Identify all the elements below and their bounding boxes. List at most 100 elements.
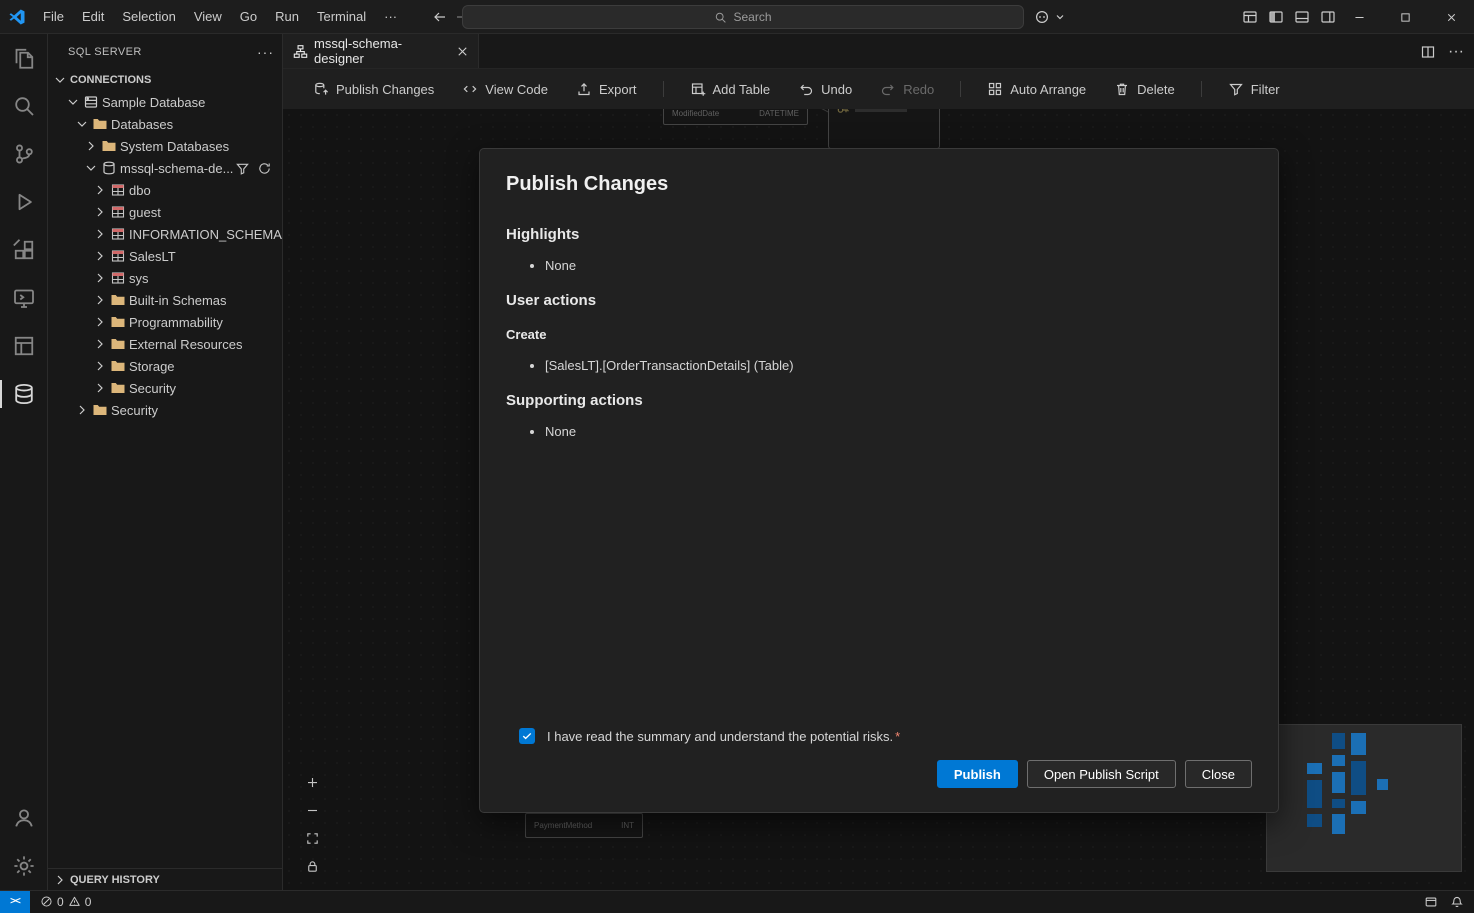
tree-item-programmability[interactable]: Programmability: [48, 311, 282, 333]
tree-item-databases[interactable]: Databases: [48, 113, 282, 135]
toolbar-label: Export: [599, 82, 637, 97]
activitybar-explorer[interactable]: [0, 34, 47, 82]
customize-layout-button[interactable]: [1242, 9, 1258, 25]
fit-view-button[interactable]: [303, 829, 321, 847]
toolbar-view-code[interactable]: View Code: [448, 76, 562, 102]
notifications-bell-icon[interactable]: [1450, 895, 1464, 909]
toolbar-redo[interactable]: Redo: [866, 76, 948, 102]
minimap-block: [1351, 801, 1366, 814]
close-window-button[interactable]: [1428, 0, 1474, 34]
open-publish-script-button[interactable]: Open Publish Script: [1027, 760, 1176, 788]
folder-icon: [109, 358, 127, 374]
sidebar-title: SQL SERVER: [68, 46, 142, 58]
toolbar-add-table[interactable]: Add Table: [676, 76, 785, 102]
tree-item-system-databases[interactable]: System Databases: [48, 135, 282, 157]
problems-indicator[interactable]: 0 0: [40, 895, 91, 909]
editor-area: mssql-schema-designer ··· Publish Change…: [283, 34, 1474, 890]
toolbar-separator: [663, 81, 664, 97]
menu-run[interactable]: Run: [266, 5, 308, 28]
menu-terminal[interactable]: Terminal: [308, 5, 375, 28]
toolbar-separator: [960, 81, 961, 97]
connections-section-header[interactable]: CONNECTIONS: [48, 69, 282, 91]
activitybar-accounts[interactable]: [0, 794, 47, 842]
editor-more-actions-button[interactable]: ···: [1448, 43, 1464, 61]
remote-window-icon[interactable]: [1424, 895, 1438, 909]
activitybar-run-and-debug[interactable]: [0, 178, 47, 226]
chevron-right-icon: [73, 402, 91, 418]
zoom-in-button[interactable]: [303, 773, 321, 791]
tree-item-dbo[interactable]: dbo: [48, 179, 282, 201]
sidebar-header: SQL SERVER ···: [48, 34, 282, 69]
command-center-search[interactable]: Search: [462, 5, 1024, 29]
query-history-section-header[interactable]: QUERY HISTORY: [48, 868, 282, 890]
menu-more[interactable]: ···: [375, 5, 406, 28]
toggle-primary-sidebar-button[interactable]: [1268, 9, 1284, 25]
tree-item-built-in-schemas[interactable]: Built-in Schemas: [48, 289, 282, 311]
zoom-out-button[interactable]: [303, 801, 321, 819]
split-editor-button[interactable]: [1420, 44, 1436, 60]
tree-item-mssql-schema-de[interactable]: mssql-schema-de...: [48, 157, 282, 179]
remote-indicator[interactable]: ><: [0, 891, 30, 913]
chevron-right-icon: [91, 380, 109, 396]
activitybar-search[interactable]: [0, 82, 47, 130]
toolbar-export[interactable]: Export: [562, 76, 651, 102]
toggle-panel-button[interactable]: [1294, 9, 1310, 25]
tree-item-guest[interactable]: guest: [48, 201, 282, 223]
tab-close-button[interactable]: [455, 44, 470, 59]
toggle-secondary-sidebar-button[interactable]: [1320, 9, 1336, 25]
folder-icon: [109, 292, 127, 308]
tree-item-external-resources[interactable]: External Resources: [48, 333, 282, 355]
chevron-right-icon: [91, 336, 109, 352]
toolbar-delete[interactable]: Delete: [1100, 76, 1189, 102]
publish-button[interactable]: Publish: [937, 760, 1018, 788]
activity-bar-bottom: [0, 794, 47, 890]
toolbar-filter[interactable]: Filter: [1214, 76, 1294, 102]
menu-view[interactable]: View: [185, 5, 231, 28]
activitybar-source-control[interactable]: [0, 130, 47, 178]
toolbar-label: Undo: [821, 82, 852, 97]
tree-item-saleslt[interactable]: SalesLT: [48, 245, 282, 267]
tree-item-storage[interactable]: Storage: [48, 355, 282, 377]
menu-go[interactable]: Go: [231, 5, 266, 28]
tree-item-security[interactable]: Security: [48, 377, 282, 399]
dialog-heading-highlights: Highlights: [506, 226, 1252, 244]
menu-selection[interactable]: Selection: [113, 5, 184, 28]
toolbar-auto-arrange[interactable]: Auto Arrange: [973, 76, 1100, 102]
schema-minimap[interactable]: [1266, 724, 1462, 872]
minimize-button[interactable]: [1336, 0, 1382, 34]
activitybar-remote-explorer[interactable]: [0, 274, 47, 322]
refresh-icon[interactable]: [255, 161, 273, 176]
maximize-button[interactable]: [1382, 0, 1428, 34]
risk-acknowledgement-checkbox[interactable]: [519, 728, 535, 744]
back-button[interactable]: [432, 9, 448, 25]
minimap-block: [1307, 780, 1322, 808]
sidebar: SQL SERVER ··· CONNECTIONS Sample Databa…: [48, 34, 283, 890]
tab-mssql-schema-designer[interactable]: mssql-schema-designer: [283, 34, 479, 68]
toolbar-undo[interactable]: Undo: [784, 76, 866, 102]
lock-button[interactable]: [303, 857, 321, 875]
schema-icon: [109, 182, 127, 198]
tree-item-security[interactable]: Security: [48, 399, 282, 421]
minimap-block: [1377, 779, 1388, 790]
tree-item-sys[interactable]: sys: [48, 267, 282, 289]
minimap-block: [1307, 814, 1322, 827]
close-button[interactable]: Close: [1185, 760, 1252, 788]
chevron-right-icon: [91, 270, 109, 286]
publish-changes-dialog: Publish Changes HighlightsNoneUser actio…: [479, 148, 1279, 813]
more-actions-button[interactable]: ···: [257, 44, 274, 60]
menu-edit[interactable]: Edit: [73, 5, 113, 28]
copilot-menu[interactable]: [1034, 5, 1068, 29]
dialog-list: [SalesLT].[OrderTransactionDetails] (Tab…: [506, 356, 1252, 376]
activitybar-settings[interactable]: [0, 842, 47, 890]
activitybar-containers[interactable]: [0, 322, 47, 370]
activitybar-extensions[interactable]: [0, 226, 47, 274]
error-count: 0: [57, 895, 64, 909]
tree-item-information-schema[interactable]: INFORMATION_SCHEMA: [48, 223, 282, 245]
tree-item-label: guest: [129, 205, 161, 220]
menu-file[interactable]: File: [34, 5, 73, 28]
toolbar-publish-changes[interactable]: Publish Changes: [299, 76, 448, 102]
activitybar-sql-server[interactable]: [0, 370, 47, 418]
filter-icon[interactable]: [233, 161, 251, 176]
dialog-list: None: [506, 422, 1252, 442]
tree-item-sample-database[interactable]: Sample Database: [48, 91, 282, 113]
